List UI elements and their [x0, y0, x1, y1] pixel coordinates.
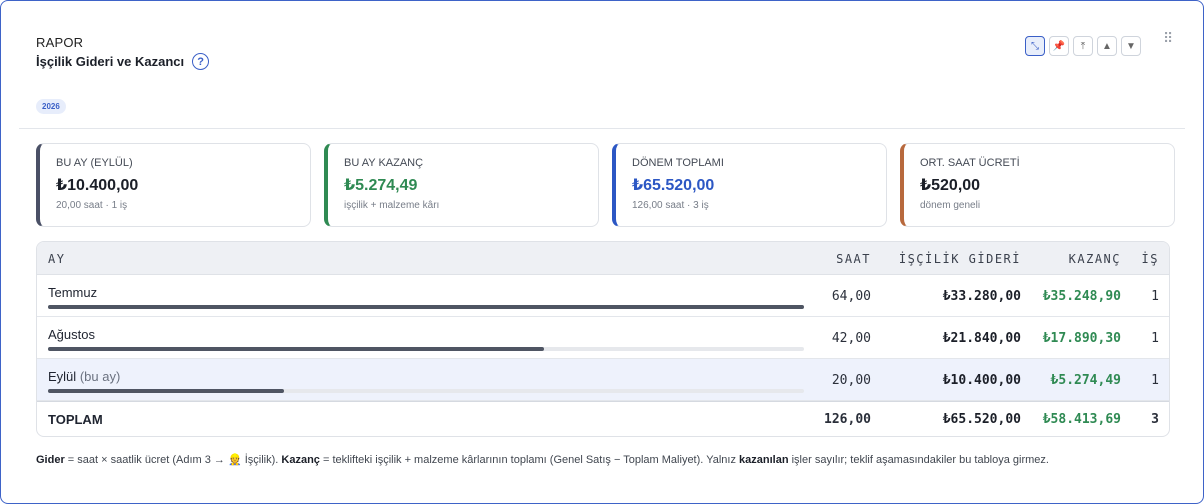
stat-card-this-month: BU AY (Eylül) ₺10.400,00 20,00 saat · 1 …: [36, 143, 311, 227]
table-row-current-month[interactable]: Eylül (bu ay) 20,00 ₺10.400,00 ₺5.274,49…: [37, 359, 1169, 401]
stat-label: BU AY (Eylül): [56, 157, 133, 169]
report-kicker: RAPOR: [36, 35, 84, 50]
table-header: AY SAAT İŞÇİLİK GİDERİ KAZANÇ İŞ: [37, 242, 1169, 275]
footnote-text: = teklifteki işçilik + malzeme kârlarını…: [319, 454, 740, 466]
table-row[interactable]: Temmuz 64,00 ₺33.280,00 ₺35.248,90 1: [37, 275, 1169, 317]
stat-card-this-month-profit: BU AY KAZANÇ ₺5.274,49 işçilik + malzeme…: [324, 143, 599, 227]
column-header-profit[interactable]: KAZANÇ: [1069, 252, 1121, 266]
hours-cell: 20,00: [831, 373, 871, 388]
column-header-jobs[interactable]: İŞ: [1142, 252, 1159, 266]
stat-value: ₺520,00: [920, 177, 981, 194]
help-icon[interactable]: ?: [192, 53, 210, 70]
total-profit: ₺58.413,69: [1042, 412, 1121, 427]
total-jobs: 3: [1151, 412, 1159, 427]
stat-label: ORT. SAAT ÜCRETİ: [920, 157, 1020, 169]
hours-cell: 64,00: [831, 289, 871, 304]
footnote: Gider = saat × saatlik ücret (Adım 3 → 👷…: [36, 453, 1176, 467]
month-label: Ağustos: [48, 327, 95, 342]
divider: [19, 128, 1185, 129]
progress-bar: [48, 305, 804, 309]
stat-sub: işçilik + malzeme kârı: [344, 200, 440, 211]
total-label: TOPLAM: [48, 412, 103, 427]
page-title: İşçilik Gideri ve Kazancı: [36, 54, 185, 69]
move-top-icon[interactable]: ⤒: [1073, 36, 1093, 56]
table-total-row: TOPLAM 126,00 ₺65.520,00 ₺58.413,69 3: [37, 401, 1169, 436]
footnote-text: = saat × saatlik ücret (Adım 3 → 👷 İşçil…: [64, 454, 282, 466]
stat-value: ₺65.520,00: [632, 177, 715, 194]
footnote-term-kazanc: Kazanç: [281, 454, 320, 466]
footnote-term-gider: Gider: [36, 454, 65, 466]
table-row[interactable]: Ağustos 42,00 ₺21.840,00 ₺17.890,30 1: [37, 317, 1169, 359]
pin-icon[interactable]: 📌: [1049, 36, 1069, 56]
profit-cell: ₺35.248,90: [1042, 289, 1121, 304]
month-cell: Eylül (bu ay): [48, 369, 120, 384]
report-card: RAPOR İşçilik Gideri ve Kazancı ? 2026 ⤡…: [0, 0, 1204, 504]
drag-handle-icon[interactable]: ⠿: [1163, 31, 1173, 45]
month-label: Temmuz: [48, 285, 98, 300]
card-toolbar: ⤡ 📌 ⤒ ▲ ▼: [1025, 36, 1141, 56]
stat-value: ₺10.400,00: [56, 177, 139, 194]
cost-cell: ₺21.840,00: [942, 331, 1021, 346]
stat-sub: 126,00 saat · 3 iş: [632, 200, 709, 211]
progress-track: [48, 389, 804, 393]
column-header-month[interactable]: AY: [48, 252, 65, 266]
move-up-icon[interactable]: ▲: [1097, 36, 1117, 56]
cost-cell: ₺33.280,00: [942, 289, 1021, 304]
progress-bar: [48, 347, 544, 351]
year-badge[interactable]: 2026: [36, 99, 66, 114]
current-month-note: (bu ay): [79, 369, 121, 384]
column-header-hours[interactable]: SAAT: [836, 252, 871, 266]
monthly-table: AY SAAT İŞÇİLİK GİDERİ KAZANÇ İŞ Temmuz …: [36, 241, 1170, 437]
move-down-icon[interactable]: ▼: [1121, 36, 1141, 56]
jobs-cell: 1: [1151, 289, 1159, 304]
month-cell: Temmuz: [48, 285, 97, 300]
total-cost: ₺65.520,00: [942, 412, 1021, 427]
progress-bar: [48, 389, 285, 393]
progress-track: [48, 305, 804, 309]
stat-sub: 20,00 saat · 1 iş: [56, 200, 128, 211]
profit-cell: ₺5.274,49: [1050, 373, 1121, 388]
stat-label: BU AY KAZANÇ: [344, 157, 424, 169]
cost-cell: ₺10.400,00: [942, 373, 1021, 388]
footnote-text: işler sayılır; teklif aşamasındakiler bu…: [788, 454, 1049, 466]
footnote-term-won: kazanılan: [739, 454, 789, 466]
stat-sub: dönem geneli: [920, 200, 981, 211]
total-hours: 126,00: [824, 412, 871, 427]
stat-label: DÖNEM TOPLAMI: [632, 157, 724, 169]
jobs-cell: 1: [1151, 331, 1159, 346]
expand-icon[interactable]: ⤡: [1025, 36, 1045, 56]
stat-cards: BU AY (Eylül) ₺10.400,00 20,00 saat · 1 …: [36, 143, 1175, 227]
profit-cell: ₺17.890,30: [1042, 331, 1121, 346]
title-row: İşçilik Gideri ve Kazancı ?: [36, 53, 210, 70]
stat-value: ₺5.274,49: [344, 177, 418, 194]
month-label: Eylül: [48, 369, 77, 384]
stat-card-avg-hourly-rate: ORT. SAAT ÜCRETİ ₺520,00 dönem geneli: [900, 143, 1175, 227]
stat-card-period-total: DÖNEM TOPLAMI ₺65.520,00 126,00 saat · 3…: [612, 143, 887, 227]
column-header-cost[interactable]: İŞÇİLİK GİDERİ: [899, 252, 1021, 266]
progress-track: [48, 347, 804, 351]
jobs-cell: 1: [1151, 373, 1159, 388]
hours-cell: 42,00: [831, 331, 871, 346]
month-cell: Ağustos: [48, 327, 95, 342]
